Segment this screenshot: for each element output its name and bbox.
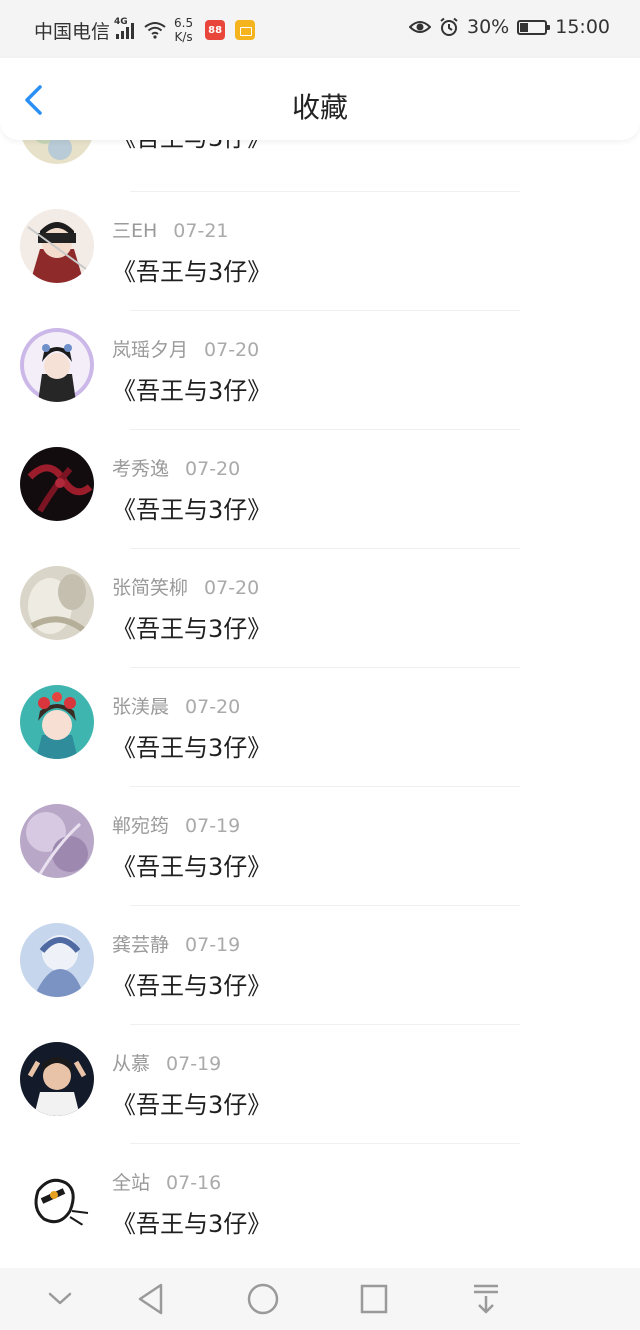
mail-notification-icon xyxy=(235,20,256,40)
battery-percent: 30% xyxy=(467,16,510,38)
avatar xyxy=(20,566,94,640)
item-meta: 张渼晨 07-20 xyxy=(112,692,240,719)
book-title[interactable]: 《吾王与3仔》 xyxy=(112,1204,271,1239)
list-item[interactable]: 考秀逸 07-20 《吾王与3仔》 xyxy=(0,430,640,549)
avatar xyxy=(20,1161,94,1235)
alarm-icon xyxy=(440,17,458,36)
user-name[interactable]: 考秀逸 xyxy=(112,458,169,480)
avatar xyxy=(20,209,94,283)
item-meta: 从慕 07-19 xyxy=(112,1049,221,1076)
avatar xyxy=(20,447,94,521)
recents-square-icon[interactable] xyxy=(358,1282,390,1316)
avatar xyxy=(20,1042,94,1116)
avatar xyxy=(20,328,94,402)
book-title[interactable]: 《吾王与3仔》 xyxy=(112,252,271,287)
avatar xyxy=(20,923,94,997)
speed-value: 6.5 xyxy=(174,16,194,30)
back-triangle-icon[interactable] xyxy=(136,1282,166,1316)
item-date: 07-20 xyxy=(185,696,241,718)
item-date: 07-21 xyxy=(173,220,229,242)
user-name[interactable]: 全站 xyxy=(112,1172,150,1194)
item-meta: 考秀逸 07-20 xyxy=(112,454,240,481)
item-meta: 岚瑶夕月 07-20 xyxy=(112,335,259,362)
carrier-name: 中国电信 xyxy=(34,20,111,43)
item-date: 07-19 xyxy=(185,934,241,956)
wifi-icon xyxy=(144,22,166,39)
notification-pull-icon[interactable] xyxy=(470,1282,502,1316)
collapse-icon[interactable] xyxy=(46,1282,74,1316)
book-title[interactable]: 《吾王与3仔》 xyxy=(112,728,271,763)
app-header: 收藏 xyxy=(0,58,640,140)
avatar xyxy=(20,685,94,759)
clock: 15:00 xyxy=(555,16,610,38)
avatar xyxy=(20,140,94,164)
signal-icon: 4G xyxy=(114,17,135,39)
book-title[interactable]: 《吾王与3仔》 xyxy=(112,847,271,882)
item-meta: 三EH 07-21 xyxy=(112,216,229,243)
item-date: 07-20 xyxy=(204,577,260,599)
book-title[interactable]: 《吾王与3仔》 xyxy=(112,371,271,406)
user-name[interactable]: 岚瑶夕月 xyxy=(112,339,188,361)
user-name[interactable]: 张简笑柳 xyxy=(112,577,188,599)
list-item[interactable]: 龚芸静 07-19 《吾王与3仔》 xyxy=(0,906,640,1025)
user-name[interactable]: 龚芸静 xyxy=(112,934,169,956)
item-date: 07-19 xyxy=(166,1053,222,1075)
item-date: 07-20 xyxy=(185,458,241,480)
item-meta: 张简笑柳 07-20 xyxy=(112,573,259,600)
list-item[interactable]: 张渼晨 07-20 《吾王与3仔》 xyxy=(0,668,640,787)
speed-unit: K/s xyxy=(174,30,193,44)
item-date: 07-16 xyxy=(166,1172,222,1194)
eye-comfort-icon xyxy=(409,21,431,33)
system-nav-bar xyxy=(0,1268,640,1330)
favorites-list: 《吾王与3仔》 三EH 07-21 《吾王与3仔》 xyxy=(0,140,640,1268)
home-circle-icon[interactable] xyxy=(246,1282,280,1316)
status-right: 30% 15:00 xyxy=(409,16,610,38)
list-item[interactable]: 岚瑶夕月 07-20 《吾王与3仔》 xyxy=(0,311,640,430)
status-bar: 中国电信 4G 6.5 K/s 88 30% 15:00 xyxy=(0,0,640,58)
list-item[interactable]: 从慕 07-19 《吾王与3仔》 xyxy=(0,1025,640,1144)
list-item[interactable]: 三EH 07-21 《吾王与3仔》 xyxy=(0,192,640,311)
book-title[interactable]: 《吾王与3仔》 xyxy=(112,966,271,1001)
item-meta: 全站 07-16 xyxy=(112,1168,221,1195)
book-title[interactable]: 《吾王与3仔》 xyxy=(112,140,271,153)
app-notification-icon: 88 xyxy=(205,20,226,40)
user-name[interactable]: 郸宛筠 xyxy=(112,815,169,837)
item-date: 07-19 xyxy=(185,815,241,837)
battery-icon xyxy=(517,19,551,35)
book-title[interactable]: 《吾王与3仔》 xyxy=(112,1085,271,1120)
item-meta: 郸宛筠 07-19 xyxy=(112,811,240,838)
item-meta: 龚芸静 07-19 xyxy=(112,930,240,957)
user-name[interactable]: 从慕 xyxy=(112,1053,150,1075)
item-date: 07-20 xyxy=(204,339,260,361)
list-item-partial[interactable]: 《吾王与3仔》 xyxy=(0,140,640,192)
avatar xyxy=(20,804,94,878)
book-title[interactable]: 《吾王与3仔》 xyxy=(112,609,271,644)
list-item[interactable]: 全站 07-16 《吾王与3仔》 xyxy=(0,1144,640,1263)
user-name[interactable]: 张渼晨 xyxy=(112,696,169,718)
list-item[interactable]: 张简笑柳 07-20 《吾王与3仔》 xyxy=(0,549,640,668)
network-type: 4G xyxy=(114,17,128,27)
book-title[interactable]: 《吾王与3仔》 xyxy=(112,490,271,525)
network-speed: 6.5 K/s xyxy=(174,16,193,44)
page-title: 收藏 xyxy=(291,91,348,124)
user-name[interactable]: 三EH xyxy=(112,220,157,242)
list-item[interactable]: 郸宛筠 07-19 《吾王与3仔》 xyxy=(0,787,640,906)
status-left: 中国电信 4G 6.5 K/s 88 xyxy=(34,16,256,44)
